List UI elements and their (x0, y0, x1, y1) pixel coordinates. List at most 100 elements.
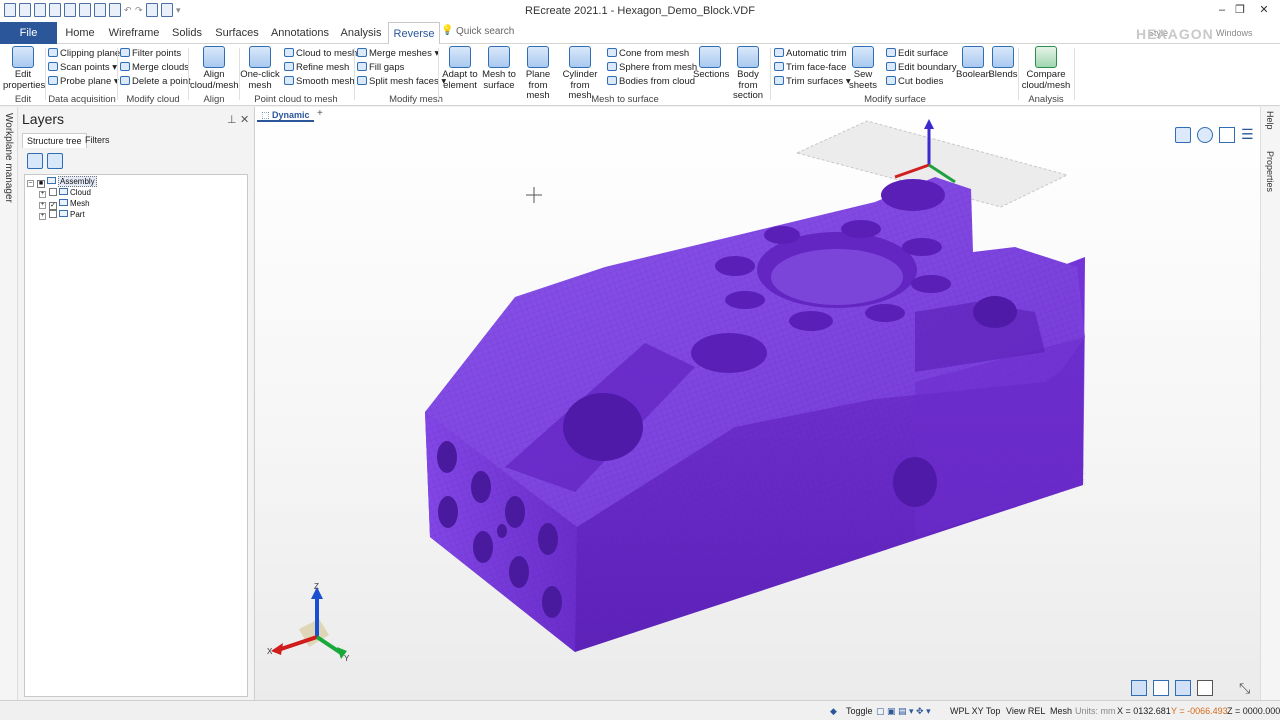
workplane-manager-label[interactable]: Workplane manager (3, 113, 14, 203)
navigation-icon[interactable]: ◆ (830, 706, 837, 717)
close-panel-icon[interactable]: ✕ (240, 113, 249, 126)
plane-from-mesh-button[interactable]: Plane from mesh (518, 46, 558, 102)
quick-search[interactable]: 💡 Quick search (441, 25, 576, 40)
top-hole-6[interactable] (911, 275, 951, 293)
sphere-from-mesh-button[interactable]: Sphere from mesh (607, 61, 697, 74)
probe-plane-button[interactable]: Probe plane ▾ (48, 75, 119, 88)
scan-points-button[interactable]: Scan points ▾ (48, 61, 117, 74)
tree-node-assembly[interactable]: – ■ Assembly (27, 176, 97, 188)
end-notch-hole[interactable] (973, 296, 1017, 328)
workplane-manager-strip[interactable]: Workplane manager (0, 107, 18, 700)
close-button[interactable]: ✕ (1254, 2, 1274, 18)
expand-icon[interactable]: + (39, 202, 46, 209)
mesh-to-surface-button[interactable]: Mesh to surface (480, 46, 518, 91)
top-hole-9[interactable] (789, 311, 833, 331)
pin-icon[interactable]: ⊥ (227, 113, 237, 126)
split-mesh-faces-button[interactable]: Split mesh faces ▾ (357, 75, 446, 88)
counterbore-hole[interactable] (691, 333, 767, 373)
edit-properties-button[interactable]: Edit properties (3, 46, 45, 91)
manipulator-z-arrow[interactable] (924, 119, 934, 129)
visibility-checkbox[interactable] (49, 188, 57, 196)
top-hole-4[interactable] (902, 238, 942, 256)
blends-button[interactable]: Blends (988, 46, 1018, 81)
sections-button[interactable]: Sections (693, 46, 729, 81)
side-hole[interactable] (893, 457, 937, 507)
top-hole-5[interactable] (715, 256, 755, 276)
shaded-view-icon[interactable] (1131, 680, 1147, 696)
compare-cloud-mesh-button[interactable]: Compare cloud/mesh (1020, 46, 1072, 91)
trim-surfaces-button[interactable]: Trim surfaces ▾ (774, 75, 851, 88)
top-hole-3[interactable] (841, 220, 881, 238)
tab-structure-tree[interactable]: Structure tree (22, 133, 87, 148)
wireframe-view-icon[interactable] (1153, 680, 1169, 696)
tab-wireframe[interactable]: Wireframe (108, 22, 160, 44)
layers-stack-icon[interactable] (27, 153, 43, 169)
body-from-section-button[interactable]: Body from section (727, 46, 769, 102)
edit-surface-button[interactable]: Edit surface (886, 47, 948, 60)
trim-face-face-button[interactable]: Trim face-face (774, 61, 846, 74)
front-hole-6[interactable] (473, 531, 493, 563)
view-cube-icon[interactable] (1175, 127, 1191, 143)
tree-node-cloud[interactable]: + Cloud (39, 187, 91, 198)
align-cloud-mesh-button[interactable]: Align cloud/mesh (190, 46, 239, 91)
tab-annotations[interactable]: Annotations (270, 22, 330, 44)
cloud-to-mesh-button[interactable]: Cloud to mesh (284, 47, 357, 60)
expand-icon[interactable]: + (39, 213, 46, 220)
3d-viewport[interactable]: Z X Y ⬚ Dynamic + ☰ ⤡ (254, 107, 1260, 700)
properties-tab[interactable]: Properties (1265, 151, 1275, 192)
expand-icon[interactable]: + (39, 191, 46, 198)
tab-analysis[interactable]: Analysis (340, 22, 382, 44)
tab-reverse[interactable]: Reverse (388, 22, 440, 45)
iso-view-icon[interactable] (1175, 680, 1191, 696)
visibility-checkbox[interactable] (49, 210, 57, 218)
boolean-button[interactable]: Boolean (956, 46, 991, 81)
split-view-icon[interactable] (1197, 680, 1213, 696)
axis-triad[interactable] (271, 587, 347, 659)
top-hole-1[interactable] (881, 179, 945, 211)
front-hole-1[interactable] (437, 441, 457, 473)
menu-icon[interactable]: ☰ (1241, 127, 1255, 141)
top-hole-7[interactable] (725, 291, 765, 309)
adapt-to-element-button[interactable]: Adapt to element (440, 46, 480, 91)
refine-mesh-button[interactable]: Refine mesh (284, 61, 349, 74)
help-tab[interactable]: Help (1265, 111, 1275, 130)
tab-surfaces[interactable]: Surfaces (214, 22, 260, 44)
cut-bodies-button[interactable]: Cut bodies (886, 75, 943, 88)
add-view-tab-button[interactable]: + (317, 108, 323, 119)
file-tab[interactable]: File (0, 22, 57, 44)
windows-menu[interactable]: Windows (1216, 28, 1253, 38)
tree-node-mesh[interactable]: + ✓ Mesh (39, 198, 90, 210)
smooth-mesh-button[interactable]: Smooth mesh (284, 75, 355, 88)
save-layers-icon[interactable] (47, 153, 63, 169)
model-canvas[interactable]: Z X Y (255, 107, 1261, 700)
resize-icon[interactable]: ⤡ (1239, 680, 1255, 696)
minimize-button[interactable]: – (1212, 2, 1232, 18)
status-tools-icons[interactable]: ▢ ▣ ▤ ▾ ✥ ▾ (876, 706, 931, 717)
restore-button[interactable]: ❐ (1230, 2, 1250, 18)
view-status[interactable]: View REL (1006, 706, 1045, 716)
workplane-status[interactable]: WPL XY Top (950, 706, 1000, 716)
delete-a-point-button[interactable]: Delete a point (120, 75, 191, 88)
tree-node-part[interactable]: + Part (39, 209, 85, 220)
clipping-plane-button[interactable]: Clipping plane (48, 47, 120, 60)
document-tab-dynamic[interactable]: ⬚ Dynamic (257, 108, 314, 122)
tab-home[interactable]: Home (62, 22, 98, 44)
front-hole-4[interactable] (538, 523, 558, 555)
collapse-icon[interactable]: – (27, 180, 34, 187)
tab-solids[interactable]: Solids (170, 22, 204, 44)
front-hole-5[interactable] (438, 496, 458, 528)
top-hole-2[interactable] (764, 226, 800, 244)
merge-meshes-button[interactable]: Merge meshes ▾ (357, 47, 439, 60)
automatic-trim-button[interactable]: Automatic trim (774, 47, 847, 60)
angled-through-hole[interactable] (563, 393, 643, 461)
edit-boundary-button[interactable]: Edit boundary (886, 61, 957, 74)
front-hole-8[interactable] (509, 556, 529, 588)
cone-from-mesh-button[interactable]: Cone from mesh (607, 47, 689, 60)
front-hole-9[interactable] (542, 586, 562, 618)
front-hole-7[interactable] (497, 524, 507, 538)
filter-points-button[interactable]: Filter points (120, 47, 181, 60)
front-hole-2[interactable] (471, 471, 491, 503)
fit-view-icon[interactable] (1219, 127, 1235, 143)
sew-sheets-button[interactable]: Sew sheets (846, 46, 880, 91)
top-hole-8[interactable] (865, 304, 905, 322)
